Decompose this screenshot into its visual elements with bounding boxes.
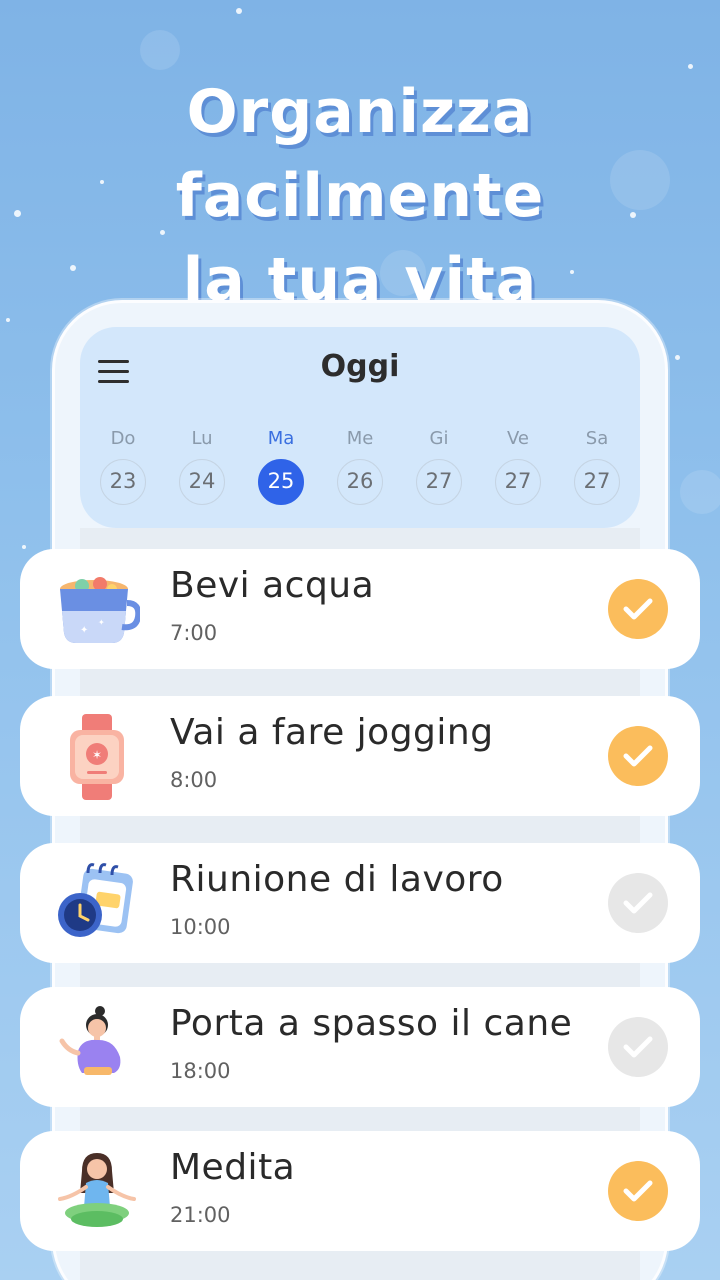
task-title: Bevi acqua [170, 565, 375, 606]
check-pending-icon[interactable] [608, 873, 668, 933]
day-date: 26 [337, 459, 383, 505]
task-card[interactable]: Riunione di lavoro 10:00 [20, 843, 700, 963]
snowflake [675, 355, 680, 360]
cup-icon: ✦✦ [60, 577, 140, 643]
task-title: Medita [170, 1147, 296, 1188]
headline-line-1: Organizza facilmente [175, 77, 545, 231]
snowflake [236, 8, 242, 14]
task-card[interactable]: ✶ Vai a fare jogging 8:00 [20, 696, 700, 816]
calendar-title: Oggi [320, 349, 400, 384]
task-card[interactable]: Porta a spasso il cane 18:00 [20, 987, 700, 1107]
background-bokeh [140, 30, 180, 70]
day-date: 25 [258, 459, 304, 505]
day-wednesday[interactable]: Me 26 [335, 427, 385, 505]
day-date: 27 [495, 459, 541, 505]
snowflake [688, 64, 693, 69]
task-time: 18:00 [170, 1059, 231, 1083]
task-card[interactable]: ✦ ✦ Bevi acqua 7:00 [20, 549, 700, 669]
clock-notepad-icon [58, 863, 133, 937]
smartwatch-icon: ✶ [70, 714, 124, 800]
task-time: 10:00 [170, 915, 231, 939]
day-date: 27 [574, 459, 620, 505]
day-name: Sa [585, 428, 609, 449]
day-name: Do [110, 428, 136, 449]
check-done-icon[interactable] [608, 726, 668, 786]
task-time: 7:00 [170, 621, 218, 645]
background-bokeh [680, 470, 720, 514]
task-title: Vai a fare jogging [170, 712, 494, 753]
headline: Organizza facilmente la tua vita [0, 70, 720, 322]
svg-text:✶: ✶ [92, 748, 102, 762]
task-time: 8:00 [170, 768, 218, 792]
task-title: Riunione di lavoro [170, 859, 504, 900]
day-name: Ve [507, 428, 529, 449]
day-saturday[interactable]: Sa 27 [572, 427, 622, 505]
calendar-header: Oggi Do 23 Lu 24 Ma 25 Me 26 Gi 27 Ve 27… [80, 327, 640, 528]
task-card[interactable]: Medita 21:00 [20, 1131, 700, 1251]
day-name: Lu [191, 428, 213, 449]
day-date: 27 [416, 459, 462, 505]
check-pending-icon[interactable] [608, 1017, 668, 1077]
day-thursday[interactable]: Gi 27 [414, 427, 464, 505]
day-friday[interactable]: Ve 27 [493, 427, 543, 505]
day-name: Me [346, 428, 374, 449]
day-date: 23 [100, 459, 146, 505]
woman-icon [59, 1006, 121, 1075]
day-name: Gi [429, 428, 449, 449]
svg-text:✦: ✦ [80, 625, 88, 636]
task-title: Porta a spasso il cane [170, 1003, 573, 1044]
check-done-icon[interactable] [608, 579, 668, 639]
meditation-icon [58, 1153, 136, 1227]
day-date: 24 [179, 459, 225, 505]
svg-text:✦: ✦ [98, 618, 105, 627]
day-tuesday-selected[interactable]: Ma 25 [256, 427, 306, 505]
day-sunday[interactable]: Do 23 [98, 427, 148, 505]
day-name: Ma [267, 428, 295, 449]
task-time: 21:00 [170, 1203, 231, 1227]
check-done-icon[interactable] [608, 1161, 668, 1221]
day-monday[interactable]: Lu 24 [177, 427, 227, 505]
snowflake [22, 545, 26, 549]
